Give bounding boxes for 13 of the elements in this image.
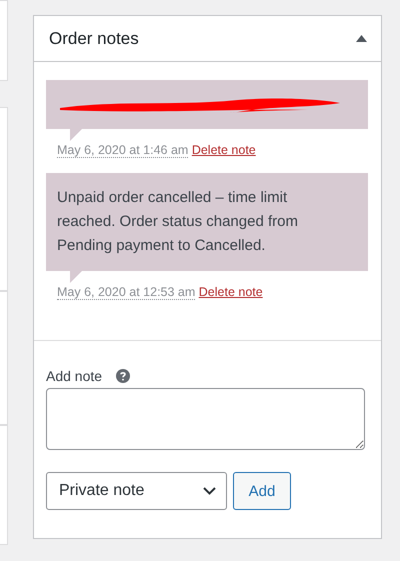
note-input-field[interactable] xyxy=(46,388,365,450)
collapse-toggle-icon[interactable] xyxy=(356,35,367,42)
help-icon[interactable] xyxy=(116,369,130,383)
panel-title: Order notes xyxy=(49,28,139,48)
note-date: May 6, 2020 at 1:46 am xyxy=(57,143,188,158)
note-type-select[interactable]: Private note xyxy=(46,472,227,510)
add-note-label: Add note xyxy=(46,368,102,384)
chevron-down-icon xyxy=(203,487,216,495)
delete-note-link[interactable]: Delete note xyxy=(192,143,256,157)
add-button[interactable]: Add xyxy=(233,472,291,510)
delete-note-link[interactable]: Delete note xyxy=(198,285,263,299)
note-text: Unpaid order cancelled – time limit reached. Order status changed from Pending payment to Cancelled. xyxy=(57,189,298,254)
note-date: May 6, 2020 at 12:53 am xyxy=(57,285,196,300)
